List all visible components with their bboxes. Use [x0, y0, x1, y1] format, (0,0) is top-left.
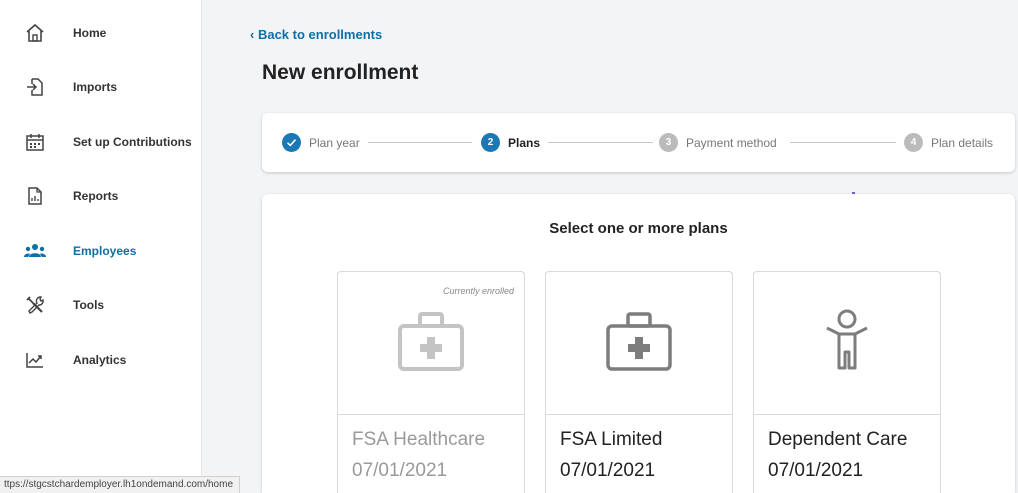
enrollment-stepper: Plan year 2 Plans 3 Payment method 4 Pla… [262, 113, 1015, 172]
step-connector [790, 142, 896, 143]
step-connector [548, 142, 653, 143]
sidebar-item-label: Tools [73, 298, 105, 312]
sidebar-item-imports[interactable]: Imports [0, 60, 202, 114]
sidebar-item-label: Home [73, 26, 107, 40]
step-label: Plan year [309, 135, 360, 150]
sidebar-item-label: Imports [73, 80, 118, 94]
plan-name: FSA Healthcare [352, 429, 486, 450]
medical-kit-icon [604, 309, 674, 378]
sidebar-item-reports[interactable]: Reports [0, 169, 202, 223]
sidebar-item-tools[interactable]: Tools [0, 278, 202, 332]
step-label: Plans [508, 135, 541, 150]
plan-name: Dependent Care [768, 429, 908, 450]
report-icon [24, 185, 46, 207]
sidebar-item-label: Analytics [73, 353, 127, 367]
step-number: 4 [904, 133, 923, 152]
sidebar-item-analytics[interactable]: Analytics [0, 333, 202, 387]
checkmark-icon [282, 133, 301, 152]
plan-card-dependent-care[interactable]: Dependent Care 07/01/2021 [753, 271, 941, 493]
plans-panel: Select one or more plans Currently enrol… [262, 194, 1015, 493]
analytics-icon [24, 349, 46, 371]
back-to-enrollments-link[interactable]: ‹ Back to enrollments [250, 27, 382, 42]
home-icon [24, 22, 46, 44]
calendar-icon [24, 131, 46, 153]
back-link-label: Back to enrollments [257, 27, 383, 42]
sidebar-item-label: Set up Contributions [73, 135, 192, 149]
plan-icon-area [754, 272, 940, 415]
sidebar-item-set-up-contributions[interactable]: Set up Contributions [0, 115, 202, 169]
plans-heading: Select one or more plans [549, 220, 728, 237]
plan-card-fsa-limited[interactable]: FSA Limited 07/01/2021 [545, 271, 733, 493]
step-number: 3 [659, 133, 678, 152]
plan-date: 07/01/2021 [768, 460, 864, 481]
page-title: New enrollment [262, 61, 419, 84]
medical-kit-icon [396, 309, 466, 378]
plan-card-fsa-healthcare[interactable]: Currently enrolled FSA Healthcare 07/01/… [337, 271, 525, 493]
currently-enrolled-badge: Currently enrolled [442, 286, 514, 296]
child-icon [819, 308, 875, 379]
step-plan-year[interactable]: Plan year [282, 133, 360, 152]
import-icon [24, 76, 46, 98]
step-connector [368, 142, 472, 143]
sidebar-item-home[interactable]: Home [0, 6, 202, 60]
step-plan-details[interactable]: 4 Plan details [904, 133, 993, 152]
chevron-left-icon: ‹ [250, 27, 258, 42]
step-number: 2 [481, 133, 500, 152]
plan-name: FSA Limited [560, 429, 663, 450]
sidebar-item-label: Reports [73, 189, 119, 203]
tools-icon [24, 294, 46, 316]
plan-date: 07/01/2021 [560, 460, 656, 481]
sidebar: Home Imports Set up Contributions Report… [0, 0, 202, 493]
sidebar-item-label: Employees [73, 244, 137, 258]
step-label: Payment method [686, 135, 777, 150]
step-label: Plan details [931, 135, 994, 150]
step-plans[interactable]: 2 Plans [481, 133, 540, 152]
plan-icon-area [546, 272, 732, 415]
status-url-bar: ttps://stgcstchardemployer.lh1ondemand.c… [0, 476, 241, 493]
sidebar-item-employees[interactable]: Employees [0, 224, 202, 278]
plan-date: 07/01/2021 [352, 460, 448, 481]
people-icon [24, 240, 46, 262]
step-payment-method[interactable]: 3 Payment method [659, 133, 777, 152]
